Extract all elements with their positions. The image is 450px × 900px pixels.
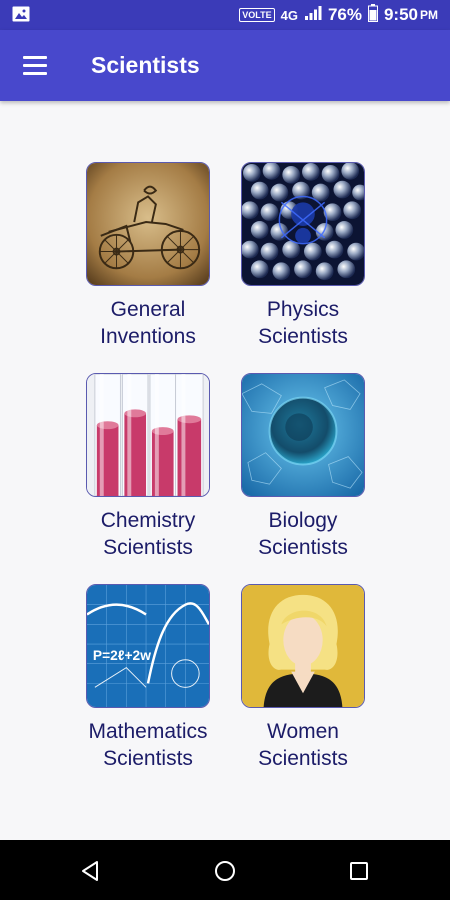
category-title-line1: Biology [268, 509, 338, 532]
volte-badge: VOLTE [239, 8, 275, 22]
test-tubes-image [86, 373, 210, 497]
system-nav-bar [0, 840, 450, 900]
hamburger-menu-icon[interactable] [20, 52, 52, 80]
svg-text:P=2ℓ+2w: P=2ℓ+2w [93, 648, 151, 663]
category-women-scientists[interactable]: Women Scientists [228, 584, 378, 772]
molecule-image [241, 162, 365, 286]
gallery-notification-icon [12, 6, 30, 27]
vintage-car-image [86, 162, 210, 286]
category-title-line2: Scientists [258, 536, 348, 559]
back-icon[interactable] [76, 856, 106, 886]
woman-avatar-image [241, 584, 365, 708]
category-biology-scientists[interactable]: Biology Scientists [228, 373, 378, 561]
battery-icon [367, 3, 378, 27]
category-mathematics-scientists[interactable]: P=2ℓ+2w Mathematics Scientists [73, 584, 223, 772]
clock-time: 9:50 [383, 5, 418, 24]
network-type: 4G [280, 7, 298, 23]
category-chemistry-scientists[interactable]: Chemistry Scientists [73, 373, 223, 561]
category-physics-scientists[interactable]: Physics Scientists [228, 162, 378, 350]
category-general-inventions[interactable]: General Inventions [73, 162, 223, 350]
category-title-line1: Mathematics [88, 720, 208, 743]
category-title-line2: Scientists [103, 747, 193, 770]
category-title-line1: Chemistry [100, 509, 196, 532]
formula-image: P=2ℓ+2w [86, 584, 210, 708]
recents-icon[interactable] [344, 856, 374, 886]
category-title-line2: Scientists [103, 536, 193, 559]
category-title-line2: Inventions [100, 325, 196, 348]
app-bar: Scientists [0, 30, 450, 101]
category-title-line2: Scientists [258, 747, 348, 770]
battery-percent: 76% [327, 5, 362, 24]
category-title-line1: Women [267, 720, 339, 743]
clock-ampm: PM [420, 8, 438, 22]
page-title: Scientists [91, 52, 200, 78]
category-title-line1: General [110, 298, 186, 321]
home-icon[interactable] [210, 856, 240, 886]
category-title-line2: Scientists [258, 325, 348, 348]
status-bar: VOLTE 4G 76% 9:50 PM [0, 0, 450, 30]
category-title-line1: Physics [266, 298, 340, 321]
cell-image [241, 373, 365, 497]
signal-icon [304, 5, 322, 26]
